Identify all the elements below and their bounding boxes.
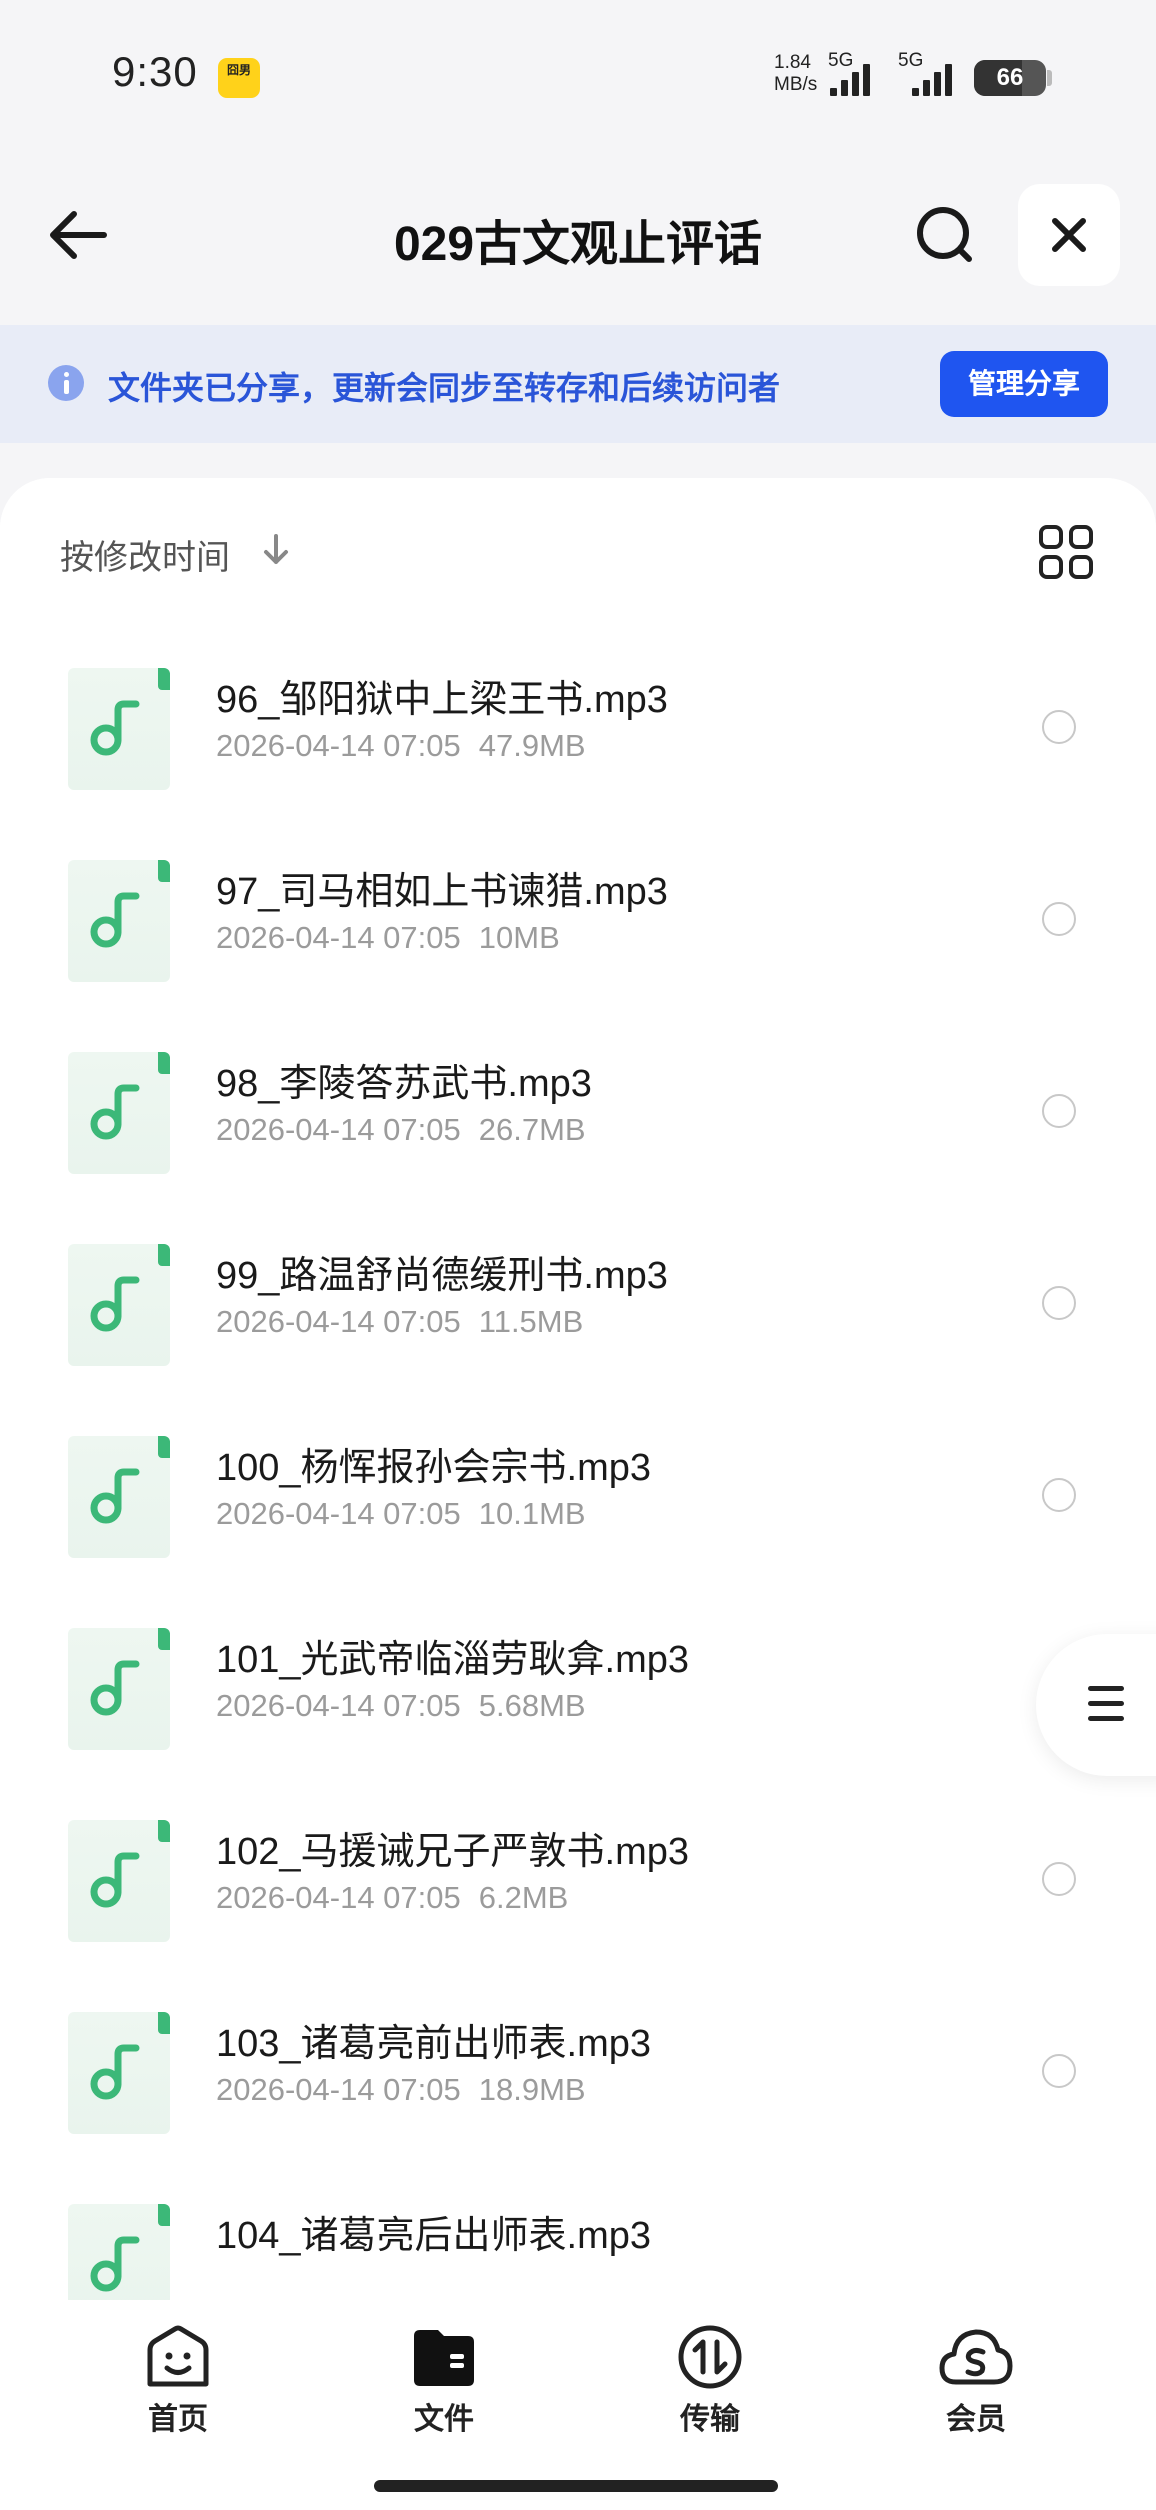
music-file-icon [68,1244,170,1366]
share-banner: 文件夹已分享，更新会同步至转存和后续访问者 管理分享 [0,325,1156,443]
music-file-icon [68,2012,170,2134]
signal-icon [912,60,952,96]
file-date: 2026-04-14 07:05 [216,920,461,955]
music-file-icon [68,1628,170,1750]
network-speed-unit: MB/s [774,74,818,95]
grid-view-icon[interactable] [1036,522,1096,582]
file-row[interactable]: 97_司马相如上书谏猎.mp3 2026-04-14 07:05 10MB [0,818,1156,1010]
file-meta: 2026-04-14 07:05 11.5MB [216,1304,583,1340]
nav-home-label: 首页 [148,2403,208,2436]
file-name: 97_司马相如上书谏猎.mp3 [216,871,668,913]
nav-member-label: 会员 [946,2403,1006,2436]
sort-by-modified-time[interactable]: 按修改时间 [60,530,230,579]
nav-transfer-label: 传输 [680,2403,740,2436]
menu-icon [1088,1684,1124,1724]
file-row[interactable]: 101_光武帝临淄劳耿弇.mp3 2026-04-14 07:05 5.68MB [0,1586,1156,1778]
file-name: 103_诸葛亮前出师表.mp3 [216,2023,652,2065]
file-row[interactable]: 98_李陵答苏武书.mp3 2026-04-14 07:05 26.7MB [0,1010,1156,1202]
file-row[interactable]: 104_诸葛亮后出师表.mp3 [0,2162,1156,2318]
bottom-nav: 首页 文件 传输 会员 [0,2300,1156,2510]
file-meta [216,2264,234,2300]
file-name: 99_路温舒尚德缓刑书.mp3 [216,1255,668,1297]
file-name: 98_李陵答苏武书.mp3 [216,1063,592,1105]
manage-share-button[interactable]: 管理分享 [940,351,1108,417]
file-row[interactable]: 96_邹阳狱中上梁王书.mp3 2026-04-14 07:05 47.9MB [0,626,1156,818]
search-button[interactable] [905,200,985,270]
nav-transfer[interactable]: 传输 [630,2324,790,2438]
folder-icon [414,2330,474,2386]
file-size: 5.68MB [478,1688,586,1723]
select-radio[interactable] [1042,1094,1076,1128]
file-name: 104_诸葛亮后出师表.mp3 [216,2215,652,2257]
file-name: 96_邹阳狱中上梁王书.mp3 [216,679,668,721]
file-row[interactable]: 99_路温舒尚德缓刑书.mp3 2026-04-14 07:05 11.5MB [0,1202,1156,1394]
file-date: 2026-04-14 07:05 [216,2072,461,2107]
nav-files-label: 文件 [414,2403,474,2436]
file-date: 2026-04-14 07:05 [216,1304,461,1339]
file-meta: 2026-04-14 07:05 26.7MB [216,1112,586,1148]
music-file-icon [68,1436,170,1558]
info-icon [48,365,84,401]
file-date: 2026-04-14 07:05 [216,1112,461,1147]
nav-files[interactable]: 文件 [364,2324,524,2438]
file-meta: 2026-04-14 07:05 10MB [216,920,560,956]
nav-member[interactable]: 会员 [896,2324,1056,2438]
file-name: 101_光武帝临淄劳耿弇.mp3 [216,1639,690,1681]
header: 029古文观止评话 [0,170,1156,300]
close-icon [1052,218,1086,252]
file-meta: 2026-04-14 07:05 6.2MB [216,1880,568,1916]
music-file-icon [68,1052,170,1174]
battery-tip [1047,70,1052,86]
network-speed: 1.84 MB/s [774,52,817,96]
music-file-icon [68,668,170,790]
file-date: 2026-04-14 07:05 [216,1688,461,1723]
transfer-icon [678,2325,742,2389]
file-meta: 2026-04-14 07:05 18.9MB [216,2072,586,2108]
close-button[interactable] [1018,184,1120,286]
file-meta: 2026-04-14 07:05 47.9MB [216,728,586,764]
clock: 9:30 [112,48,198,95]
file-meta: 2026-04-14 07:05 5.68MB [216,1688,586,1724]
file-row[interactable]: 100_杨恽报孙会宗书.mp3 2026-04-14 07:05 10.1MB [0,1394,1156,1586]
file-row[interactable]: 103_诸葛亮前出师表.mp3 2026-04-14 07:05 18.9MB [0,1970,1156,2162]
nav-home[interactable]: 首页 [98,2324,258,2438]
signal-icon [830,60,870,96]
share-banner-text: 文件夹已分享，更新会同步至转存和后续访问者 [108,370,781,406]
file-name: 102_马援诫兄子严敦书.mp3 [216,1831,690,1873]
music-file-icon [68,860,170,982]
battery-icon: 66 [974,60,1046,96]
status-bar: 9:30 囧男 1.84 MB/s 5G 5G 66 [0,0,1156,150]
file-size: 6.2MB [478,1880,569,1915]
select-radio[interactable] [1042,1286,1076,1320]
file-size: 11.5MB [478,1304,584,1339]
file-size: 47.9MB [478,728,586,763]
select-radio[interactable] [1042,710,1076,744]
file-list-card: 2026-04-14 07:0515.6MB96_邹阳狱中上梁王书.mp3202… [0,478,1156,2318]
battery-level: 66 [996,64,1024,91]
file-date: 2026-04-14 07:05 [216,1496,461,1531]
select-radio[interactable] [1042,1862,1076,1896]
search-icon [917,207,972,262]
music-file-icon [68,1820,170,1942]
file-meta: 2026-04-14 07:05 10.1MB [216,1496,586,1532]
file-size: 10MB [478,920,560,955]
network-speed-value: 1.84 [774,52,811,73]
file-name: 100_杨恽报孙会宗书.mp3 [216,1447,652,1489]
file-size: 26.7MB [478,1112,586,1147]
select-radio[interactable] [1042,902,1076,936]
file-size: 10.1MB [478,1496,586,1531]
select-radio[interactable] [1042,1478,1076,1512]
arrow-down-icon[interactable] [258,530,294,570]
sort-bar: 按修改时间 [0,478,1156,618]
file-size: 18.9MB [478,2072,586,2107]
file-row[interactable]: 102_马援诫兄子严敦书.mp3 2026-04-14 07:05 6.2MB [0,1778,1156,1970]
home-face-icon [147,2325,209,2387]
cloud-member-icon [939,2329,1013,2385]
file-date: 2026-04-14 07:05 [216,1880,461,1915]
home-indicator [374,2480,778,2492]
select-radio[interactable] [1042,2054,1076,2088]
file-date: 2026-04-14 07:05 [216,728,461,763]
app-notification-icon: 囧男 [218,58,260,98]
file-list[interactable]: 2026-04-14 07:0515.6MB96_邹阳狱中上梁王书.mp3202… [0,478,1156,2318]
